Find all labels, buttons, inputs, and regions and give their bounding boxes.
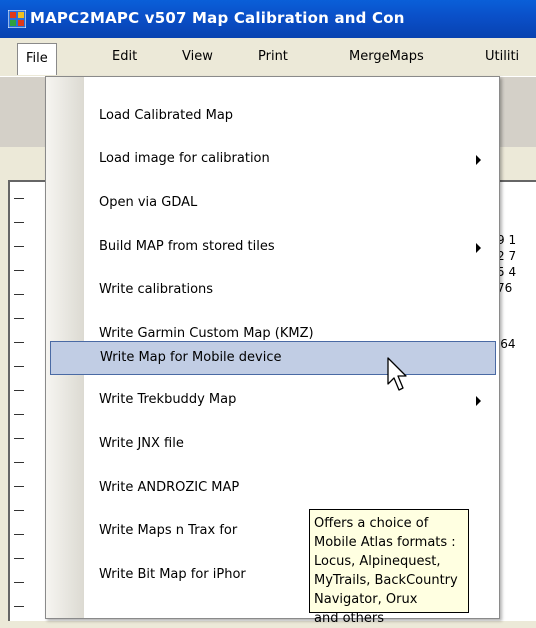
- background-value: '64: [497, 337, 516, 351]
- submenu-arrow-icon: [476, 155, 481, 165]
- menu-item-write-androzic-map[interactable]: Write ANDROZIC MAP: [48, 472, 498, 506]
- title-bar: MAPC2MAPC v507 Map Calibration and Con: [0, 0, 536, 38]
- menu-file[interactable]: File: [17, 43, 57, 75]
- menu-item-label: Write Map for Mobile device: [100, 350, 282, 365]
- background-values: 9 1 2 7 5 4 76 '64: [497, 232, 536, 352]
- app-icon: [8, 10, 26, 28]
- tooltip-line: Offers a choice of: [314, 516, 429, 531]
- menu-item-label: Load image for calibration: [99, 151, 270, 166]
- tooltip-line: Mobile Atlas formats :: [314, 535, 456, 550]
- submenu-arrow-icon: [476, 396, 481, 406]
- menu-item-write-map-for-mobile-device[interactable]: Write Map for Mobile device: [50, 341, 496, 375]
- menu-item-build-map-from-stored-tiles[interactable]: Build MAP from stored tiles: [48, 231, 498, 265]
- mouse-pointer-icon: [387, 357, 407, 391]
- window-title: MAPC2MAPC v507 Map Calibration and Con: [30, 9, 405, 27]
- menu-item-label: Load Calibrated Map: [99, 108, 234, 123]
- menu-item-write-jnx-file[interactable]: Write JNX file: [48, 428, 498, 462]
- tooltip: Offers a choice of Mobile Atlas formats …: [309, 509, 469, 626]
- menu-item-label: Open via GDAL: [99, 195, 198, 210]
- menu-item-write-calibrations[interactable]: Write calibrations: [48, 274, 498, 308]
- submenu-arrow-icon: [476, 243, 481, 253]
- background-value: 9 1: [497, 233, 517, 247]
- menu-item-label: Write Trekbuddy Map: [99, 392, 237, 407]
- menu-utilities[interactable]: Utiliti: [485, 49, 519, 64]
- background-value: 5 4: [497, 265, 517, 279]
- tooltip-line: MyTrails, BackCountry: [314, 573, 458, 588]
- background-value: 2 7: [497, 249, 517, 263]
- menu-edit[interactable]: Edit: [112, 49, 137, 64]
- menu-print[interactable]: Print: [258, 49, 288, 64]
- tooltip-line: Navigator, Orux: [314, 592, 418, 607]
- menu-item-label: Write Bit Map for iPhor: [99, 567, 246, 582]
- menu-item-load-calibrated-map[interactable]: Load Calibrated Map: [48, 100, 498, 134]
- menu-item-open-via-gdal[interactable]: Open via GDAL: [48, 187, 498, 221]
- menu-item-label: Write calibrations: [99, 282, 214, 297]
- background-value: [497, 296, 536, 312]
- menu-item-label: Write JNX file: [99, 436, 184, 451]
- menu-item-load-image-for-calibration[interactable]: Load image for calibration: [48, 143, 498, 177]
- menu-mergemaps[interactable]: MergeMaps: [349, 49, 424, 64]
- menu-item-write-trekbuddy-map[interactable]: Write Trekbuddy Map: [48, 384, 498, 418]
- menu-item-label: Build MAP from stored tiles: [99, 239, 275, 254]
- menu-bar: File Edit View Print MergeMaps Utiliti: [0, 38, 536, 76]
- content-tick-marks: [14, 198, 24, 608]
- background-value: 76: [497, 281, 513, 295]
- background-value: [497, 312, 536, 336]
- menu-view[interactable]: View: [182, 49, 213, 64]
- menu-item-label: Write ANDROZIC MAP: [99, 480, 240, 495]
- menu-item-label: Write Maps n Trax for: [99, 523, 238, 538]
- tooltip-line: Locus, Alpinequest,: [314, 554, 441, 569]
